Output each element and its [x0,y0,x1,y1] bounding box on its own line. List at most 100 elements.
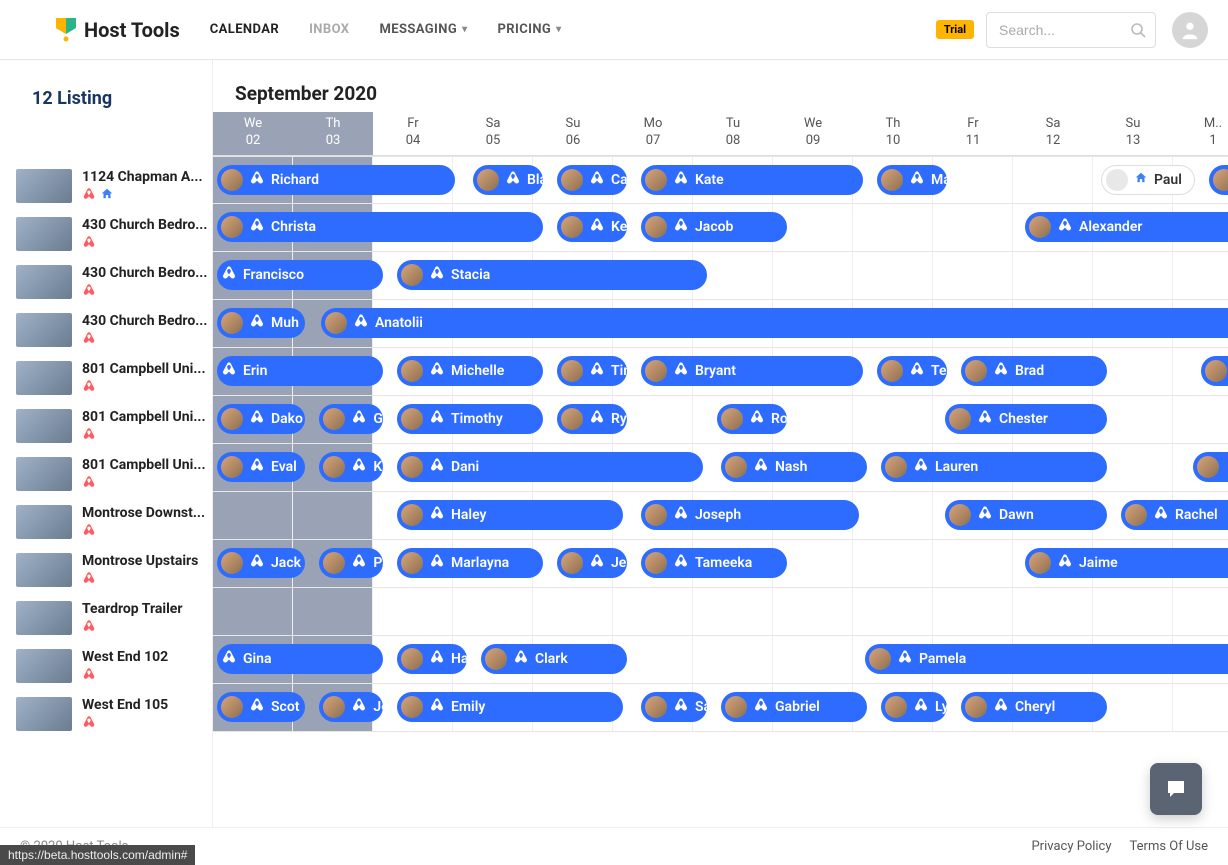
listing-item[interactable]: 430 Church Bedro... [16,217,208,251]
listing-item[interactable]: Teardrop Trailer [16,601,208,635]
guest-avatar [221,696,243,718]
guest-name: Pamela [919,651,966,667]
calendar-body[interactable]: Richard Bla Car Kate Ma Paul Christa Ker Jacob Al… [213,156,1228,732]
reservation[interactable]: Michelle [397,356,543,386]
reservation[interactable]: Robi [717,404,787,434]
reservation[interactable]: Ten [877,356,947,386]
reservation[interactable]: Lyd [881,692,947,722]
airbnb-icon [429,361,445,381]
reservation[interactable]: Anatolii [321,308,1228,338]
reservation[interactable]: Pat [319,548,383,578]
reservation[interactable]: Ma [877,165,947,195]
guest-avatar [645,169,667,191]
reservation[interactable]: Paul [1101,165,1195,195]
airbnb-icon [351,553,367,573]
reservation[interactable]: Scot [217,692,305,722]
reservation[interactable]: Rya [557,404,627,434]
reservation[interactable]: Sar [641,692,707,722]
nav-calendar[interactable]: CALENDAR [210,22,279,37]
day-column: Th03 [293,112,373,155]
trial-badge[interactable]: Trial [936,20,974,39]
reservation[interactable]: Gina [217,644,383,674]
reservation[interactable]: Richard [217,165,455,195]
reservation[interactable]: Alexander [1025,212,1228,242]
reservation[interactable]: Kate [641,165,863,195]
user-avatar[interactable] [1172,12,1208,48]
listing-item[interactable]: Montrose Downst... [16,505,208,539]
reservation[interactable] [1193,452,1228,482]
reservation[interactable]: Francisco [217,260,383,290]
guest-name: Lyd [935,699,947,715]
guest-name: Robi [771,411,787,427]
reservation[interactable]: Eval [217,452,305,482]
guest-name: Haley [451,507,486,523]
listing-item[interactable]: Montrose Upstairs [16,553,208,587]
listing-item[interactable]: West End 105 [16,697,208,731]
guest-avatar [221,312,243,334]
guest-name: Erin [243,363,267,379]
reservation[interactable]: Erin [217,356,383,386]
brand-logo[interactable]: Host Tools [56,18,180,42]
listing-item[interactable]: 430 Church Bedro... [16,265,208,299]
reservation[interactable]: Dako [217,404,305,434]
reservation[interactable]: Haley [397,500,623,530]
listing-item[interactable]: 1124 Chapman A... [16,169,208,203]
reservation[interactable]: Bla [473,165,543,195]
privacy-link[interactable]: Privacy Policy [1031,839,1111,854]
guest-avatar [725,456,747,478]
reservation[interactable]: Gabriel [721,692,867,722]
reservation[interactable]: Pamela [865,644,1228,674]
airbnb-icon [589,409,605,429]
reservation[interactable] [1201,356,1228,386]
reservation[interactable]: Jef [557,548,627,578]
listing-item[interactable]: 801 Campbell Uni... [16,361,208,395]
guest-avatar [869,648,891,670]
reservation[interactable]: Kat [319,452,383,482]
reservation[interactable]: Jaime [1025,548,1228,578]
reservation[interactable]: Muh [217,308,305,338]
guest-name: Kate [695,172,724,188]
reservation[interactable]: Jer [319,692,383,722]
reservation[interactable]: Emily [397,692,623,722]
guest-name: Ma [931,172,947,188]
reservation[interactable]: Gab [319,404,383,434]
reservation[interactable]: Joseph [641,500,859,530]
reservation[interactable]: Christa [217,212,543,242]
reservation[interactable]: Chester [945,404,1107,434]
reservation[interactable]: Cheryl [961,692,1107,722]
listing-item[interactable]: 801 Campbell Uni... [16,409,208,443]
reservation[interactable]: Lauren [881,452,1107,482]
reservation[interactable]: Tim [557,356,627,386]
reservation[interactable]: Nash [721,452,867,482]
reservation[interactable]: Rachel [1121,500,1228,530]
reservation[interactable]: Clark [481,644,627,674]
reservation[interactable]: Bryant [641,356,863,386]
guest-name: Alexander [1079,219,1142,235]
reservation[interactable]: Car [557,165,627,195]
reservation[interactable]: Ker [557,212,627,242]
reservation[interactable]: Timothy [397,404,543,434]
nav-messaging[interactable]: MESSAGING▾ [379,22,467,37]
reservation[interactable]: Tameeka [641,548,787,578]
listing-item[interactable]: 430 Church Bedro... [16,313,208,347]
reservation[interactable]: Jacob [641,212,787,242]
reservation[interactable]: Dawn [945,500,1107,530]
guest-name: Sar [695,699,707,715]
listing-item[interactable]: 801 Campbell Uni... [16,457,208,491]
listing-item[interactable]: West End 102 [16,649,208,683]
reservation[interactable]: Brad [961,356,1107,386]
airbnb-icon [673,217,689,237]
terms-link[interactable]: Terms Of Use [1130,839,1208,854]
reservation[interactable]: Dani [397,452,703,482]
nav-pricing[interactable]: PRICING▾ [498,22,562,37]
guest-name: Scot [271,699,299,715]
reservation[interactable]: Jack [217,548,305,578]
listing-name: 430 Church Bedro... [82,217,208,233]
reservation[interactable] [1209,165,1228,195]
listings-sidebar[interactable]: 12 Listing 1124 Chapman A... 430 Church … [0,60,212,827]
reservation[interactable]: Marlayna [397,548,543,578]
nav-inbox[interactable]: INBOX [309,22,349,37]
reservation[interactable]: Hal [397,644,467,674]
reservation[interactable]: Stacia [397,260,707,290]
chat-button[interactable] [1150,763,1202,815]
